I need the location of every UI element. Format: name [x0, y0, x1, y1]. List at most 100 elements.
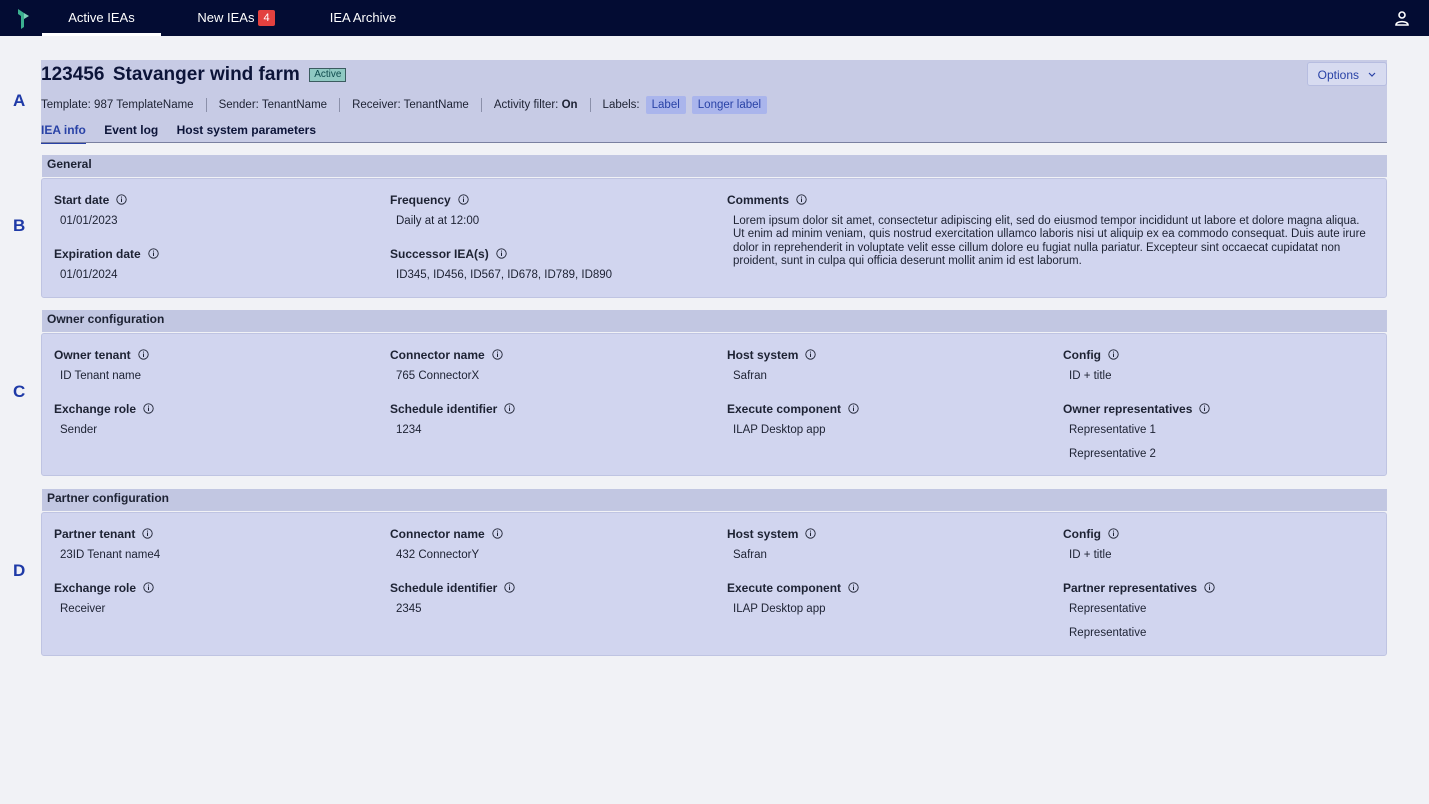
iea-header: 123456 Stavanger wind farm Active Option…	[41, 60, 1387, 144]
info-icon[interactable]	[116, 194, 128, 205]
section-marker-d: D	[13, 561, 26, 580]
successor-label: Successor IEA(s)	[390, 247, 507, 261]
meta-labels: Labels: Label Longer label	[591, 96, 780, 114]
owner-representative: Representative 1	[1069, 424, 1156, 436]
field-label-text: Comments	[727, 193, 790, 207]
owner-host-label: Host system	[727, 348, 817, 362]
app-logo-icon[interactable]	[14, 7, 34, 29]
start-date-value: 01/01/2023	[60, 215, 118, 227]
status-badge: Active	[309, 68, 347, 82]
user-icon[interactable]	[1394, 10, 1410, 26]
field-label-text: Config	[1063, 527, 1101, 541]
iea-id: 123456	[41, 64, 105, 85]
owner-section: Owner tenant ID Tenant name Exchange rol…	[41, 333, 1387, 476]
activity-filter-value: On	[561, 99, 578, 111]
field-label-text: Expiration date	[54, 247, 141, 261]
field-label-text: Connector name	[390, 527, 485, 541]
info-icon[interactable]	[1199, 403, 1211, 414]
nav-tab-new-ieas[interactable]: New IEAs 4	[186, 0, 286, 36]
info-icon[interactable]	[148, 248, 159, 259]
section-marker-c: C	[13, 382, 26, 401]
field-label-text: Host system	[727, 527, 799, 541]
partner-role-value: Receiver	[60, 603, 106, 615]
owner-tenant-value: ID Tenant name	[60, 370, 141, 382]
info-icon[interactable]	[138, 349, 149, 360]
expiration-date-value: 01/01/2024	[60, 269, 118, 281]
info-icon[interactable]	[1108, 528, 1119, 539]
owner-representative: Representative 2	[1069, 448, 1156, 460]
label-chip[interactable]: Longer label	[691, 96, 768, 114]
info-icon[interactable]	[1108, 349, 1119, 360]
info-icon[interactable]	[796, 194, 807, 205]
tab-iea-info[interactable]: IEA info	[41, 123, 86, 144]
field-label-text: Exchange role	[54, 581, 137, 595]
owner-role-label: Exchange role	[54, 402, 154, 416]
partner-tenant-label: Partner tenant	[54, 527, 154, 541]
nav-tab-iea-archive[interactable]: IEA Archive	[321, 0, 405, 36]
field-label-text: Schedule identifier	[390, 581, 498, 595]
info-icon[interactable]	[504, 582, 516, 593]
comments-value: Lorem ipsum dolor sit amet, consectetur …	[733, 215, 1366, 267]
iea-tabs: IEA info Event log Host system parameter…	[41, 123, 331, 144]
field-label-text: Connector name	[390, 348, 485, 362]
expiration-date-label: Expiration date	[54, 247, 159, 261]
section-marker-b: B	[13, 216, 26, 235]
nav-tab-label: IEA Archive	[329, 10, 397, 25]
partner-tenant-value: 23ID Tenant name4	[60, 549, 161, 561]
field-label-text: Execute component	[727, 402, 842, 416]
successor-value: ID345, ID456, ID567, ID678, ID789, ID890	[396, 269, 613, 281]
partner-reps-label: Partner representatives	[1063, 581, 1215, 595]
options-button[interactable]: Options	[1307, 62, 1387, 86]
info-icon[interactable]	[492, 349, 503, 360]
chevron-down-icon	[1368, 72, 1376, 77]
field-label-text: Exchange role	[54, 402, 137, 416]
partner-connector-value: 432 ConnectorY	[396, 549, 480, 561]
general-section-header: General	[42, 155, 1387, 177]
nav-tab-label: Active IEAs	[68, 10, 135, 25]
owner-section-header: Owner configuration	[42, 310, 1387, 332]
section-marker-a: A	[13, 91, 26, 110]
owner-connector-label: Connector name	[390, 348, 503, 362]
info-icon[interactable]	[848, 582, 859, 593]
owner-reps-label: Owner representatives	[1063, 402, 1211, 416]
owner-schedule-label: Schedule identifier	[390, 402, 516, 416]
partner-representative: Representative	[1069, 627, 1147, 639]
frequency-label: Frequency	[390, 193, 469, 207]
info-icon[interactable]	[142, 528, 154, 539]
info-icon[interactable]	[1204, 582, 1215, 593]
info-icon[interactable]	[805, 528, 817, 539]
page-title: 123456 Stavanger wind farm Active	[41, 64, 347, 86]
partner-execute-value: ILAP Desktop app	[733, 603, 826, 615]
partner-execute-label: Execute component	[727, 581, 859, 595]
info-icon[interactable]	[805, 349, 817, 360]
owner-execute-value: ILAP Desktop app	[733, 424, 826, 436]
nav-tab-active-ieas[interactable]: Active IEAs	[42, 0, 161, 36]
info-icon[interactable]	[492, 528, 503, 539]
partner-section: Partner tenant 23ID Tenant name4 Exchang…	[41, 512, 1387, 656]
start-date-label: Start date	[54, 193, 128, 207]
label-chip[interactable]: Label	[645, 96, 686, 114]
info-icon[interactable]	[496, 248, 507, 259]
info-icon[interactable]	[848, 403, 859, 414]
top-nav: Active IEAs New IEAs 4 IEA Archive	[0, 0, 1429, 36]
info-icon[interactable]	[143, 582, 154, 593]
info-icon[interactable]	[143, 403, 154, 414]
tab-event-log[interactable]: Event log	[104, 123, 158, 142]
partner-schedule-label: Schedule identifier	[390, 581, 516, 595]
nav-tab-label: New IEAs	[197, 10, 255, 25]
partner-role-label: Exchange role	[54, 581, 154, 595]
activity-filter-label: Activity filter:	[493, 99, 562, 111]
info-icon[interactable]	[458, 194, 469, 205]
field-label-text: Config	[1063, 348, 1101, 362]
info-icon[interactable]	[504, 403, 516, 414]
owner-config-label: Config	[1063, 348, 1119, 362]
field-label-text: Execute component	[727, 581, 842, 595]
tab-host-system-parameters[interactable]: Host system parameters	[177, 123, 316, 142]
owner-execute-label: Execute component	[727, 402, 859, 416]
owner-tenant-label: Owner tenant	[54, 348, 149, 362]
partner-host-value: Safran	[733, 549, 767, 561]
labels-label: Labels:	[602, 99, 640, 111]
meta-template: Template: 987 TemplateName	[41, 98, 207, 112]
meta-activity-filter: Activity filter: On	[482, 98, 591, 112]
header-divider	[41, 142, 1387, 143]
